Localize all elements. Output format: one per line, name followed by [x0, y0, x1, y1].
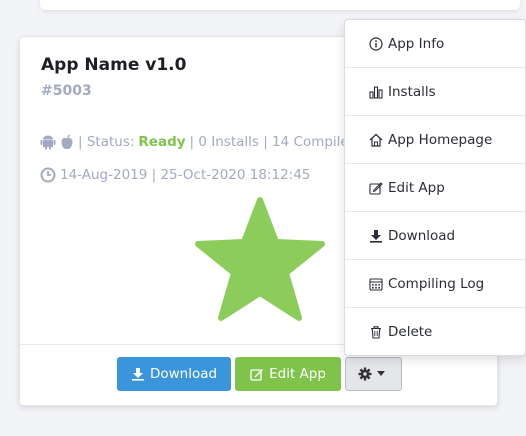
download-button-label: Download [149, 366, 218, 382]
app-dates: 14-Aug-2019 | 25-Oct-2020 18:12:45 [60, 167, 311, 183]
download-icon [131, 368, 144, 381]
menu-item-app-homepage[interactable]: App Homepage [345, 116, 525, 164]
status-ready: Ready [138, 134, 186, 150]
star-icon [195, 197, 325, 321]
menu-item-installs[interactable]: Installs [345, 68, 525, 116]
settings-dropdown-button[interactable] [345, 357, 402, 391]
menu-item-app-info[interactable]: App Info [345, 20, 525, 68]
trash-icon [371, 326, 381, 339]
date-line: 14-Aug-2019 | 25-Oct-2020 18:12:45 [40, 167, 310, 183]
gear-icon [358, 367, 371, 381]
menu-item-download[interactable]: Download [345, 212, 525, 260]
previous-card-edge [40, 0, 520, 10]
menu-item-label: Compiling Log [388, 275, 485, 292]
edit-app-button-label: Edit App [269, 366, 326, 382]
menu-item-label: Delete [388, 324, 433, 340]
edit-icon [250, 369, 264, 381]
apple-icon [61, 134, 73, 150]
menu-item-label: App Homepage [388, 131, 493, 148]
status-line: | Status: Ready | 0 Installs | 14 Compil… [40, 134, 360, 150]
menu-item-label: Edit App [388, 179, 445, 196]
settings-dropdown-menu: App Info Installs App Homepage Edit App [344, 19, 526, 356]
download-icon [370, 229, 382, 243]
edit-app-button[interactable]: Edit App [235, 357, 341, 391]
clock-icon [40, 167, 56, 183]
installs-compiles: | 0 Installs | 14 Compiles [189, 134, 356, 150]
info-icon [369, 36, 383, 51]
menu-item-label: App Info [388, 35, 445, 52]
download-button[interactable]: Download [117, 357, 231, 391]
menu-item-compiling-log[interactable]: Compiling Log [345, 260, 525, 308]
home-icon [369, 133, 383, 147]
bar-chart-icon [369, 85, 383, 99]
app-id: #5003 [41, 83, 92, 99]
edit-icon [369, 181, 383, 195]
calendar-icon [369, 277, 383, 291]
menu-item-label: Installs [388, 83, 436, 100]
android-icon [40, 135, 56, 150]
caret-down-icon [376, 371, 385, 376]
app-title: App Name v1.0 [41, 55, 187, 75]
menu-item-delete[interactable]: Delete [345, 308, 525, 356]
status-label: | Status: [78, 134, 135, 150]
menu-item-edit-app[interactable]: Edit App [345, 164, 525, 212]
menu-item-label: Download [388, 227, 456, 244]
